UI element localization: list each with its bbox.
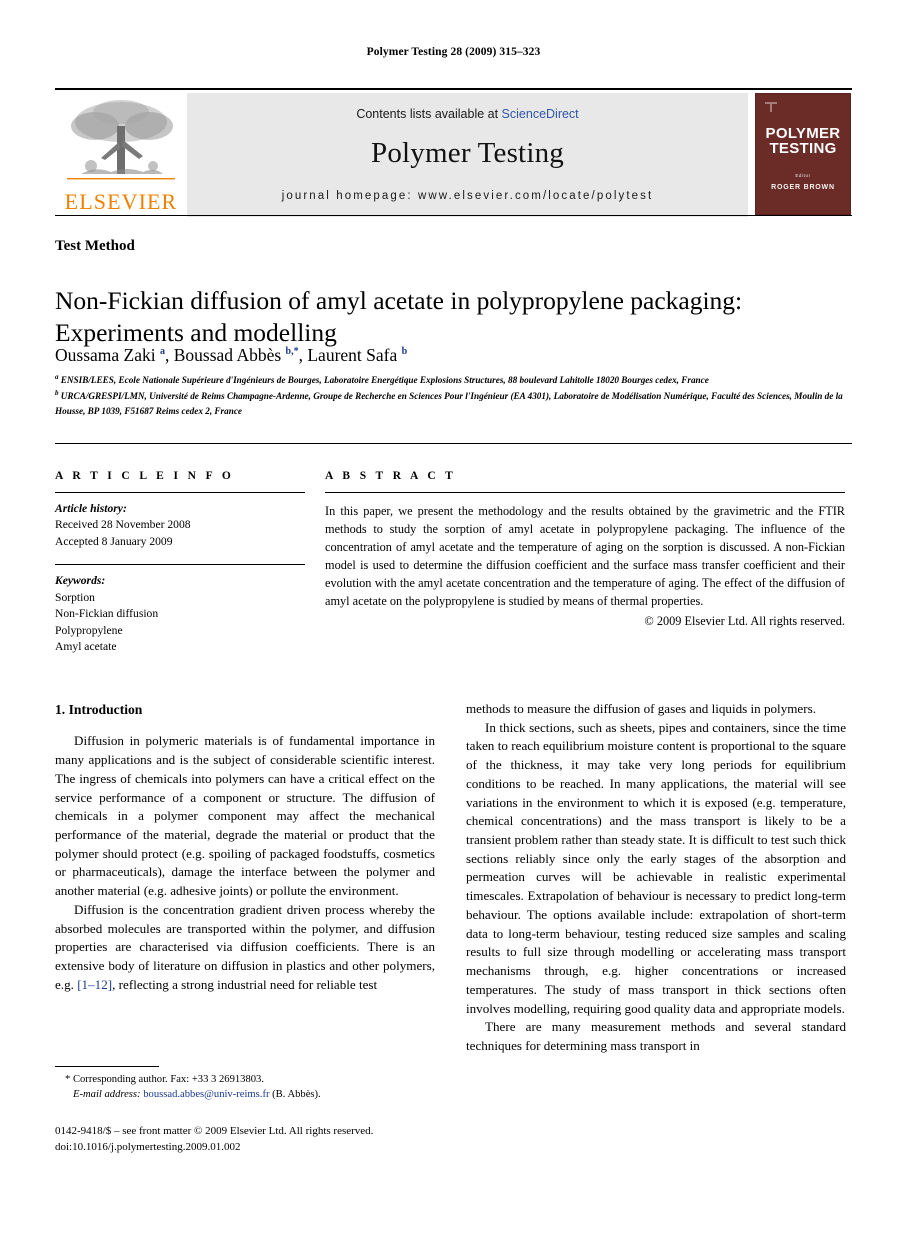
citation-link[interactable]: [1–12] [77,977,112,992]
elsevier-tree-icon [67,100,175,180]
affiliation-bottom-rule [55,443,852,444]
page-title: Non-Fickian diffusion of amyl acetate in… [55,286,743,348]
footnote-block: * Corresponding author. Fax: +33 3 26913… [55,1072,445,1103]
body-column-left: 1. Introduction Diffusion in polymeric m… [55,700,435,995]
affiliation-b-text: URCA/GRESPI/LMN, Université de Reims Cha… [55,391,843,416]
article-received-date: Received 28 November 2008 [55,518,191,532]
sciencedirect-link[interactable]: ScienceDirect [502,107,579,121]
affiliation-a: a ENSIB/LEES, Ecole Nationale Supérieure… [55,373,709,386]
cover-title: POLYMER TESTING [766,126,841,157]
affiliation-list: a ENSIB/LEES, Ecole Nationale Supérieure… [55,372,845,419]
body-column-right: methods to measure the diffusion of gase… [466,700,846,1056]
paragraph-text-part2: , reflecting a strong industrial need fo… [112,976,378,992]
contents-available-line: Contents lists available at ScienceDirec… [356,107,578,121]
article-section-label: Test Method [55,238,135,254]
abstract-copyright: © 2009 Elsevier Ltd. All rights reserved… [644,614,845,629]
body-paragraph: methods to measure the diffusion of gase… [466,701,816,716]
keyword-item: Amyl acetate [55,640,117,654]
affiliation-b: b URCA/GRESPI/LMN, Université de Reims C… [55,388,843,416]
body-paragraph: Diffusion in polymeric materials is of f… [55,733,435,899]
article-history-label: Article history: [55,502,127,515]
abstract-text: In this paper, we present the methodolog… [325,504,845,609]
abstract-column: A B S T R A C T In this paper, we presen… [325,470,845,629]
doi-line: doi:10.1016/j.polymertesting.2009.01.002 [55,1140,241,1153]
journal-homepage[interactable]: journal homepage: www.elsevier.com/locat… [282,190,654,202]
body-paragraph: There are many measurement methods and s… [466,1019,846,1053]
author-list: Oussama Zaki a, Boussad Abbès b,*, Laure… [55,345,408,365]
article-info-column: A R T I C L E I N F O Article history: R… [55,470,305,656]
keyword-item: Sorption [55,590,95,604]
keywords-rule [55,564,305,566]
keyword-item: Non-Fickian diffusion [55,607,159,621]
cover-emblem-icon [765,102,777,112]
journal-masthead: ELSEVIER Contents lists available at Sci… [55,88,852,217]
article-history-block: Article history: Received 28 November 20… [55,501,305,550]
article-info-rule [55,492,305,493]
journal-cover-thumbnail[interactable]: POLYMER TESTING Editor ROGER BROWN [748,93,852,217]
issn-front-matter: 0142-9418/$ – see front matter © 2009 El… [55,1125,374,1137]
running-head: Polymer Testing 28 (2009) 315–323 [366,46,541,58]
journal-title: Polymer Testing [371,137,564,169]
keywords-block: Keywords: Sorption Non-Fickian diffusion… [55,573,305,655]
masthead-bottom-rule [55,215,852,216]
cover-title-line2: TESTING [769,140,837,158]
section-heading-introduction: 1. Introduction [55,702,143,717]
footnote-separator [55,1066,159,1067]
body-paragraph: In thick sections, such as sheets, pipes… [466,719,846,1016]
footer-metadata: 0142-9418/$ – see front matter © 2009 El… [55,1124,475,1156]
journal-banner: Contents lists available at ScienceDirec… [187,93,748,217]
affiliation-a-text: ENSIB/LEES, Ecole Nationale Supérieure d… [60,375,709,386]
cover-title-line1: POLYMER [765,125,841,142]
elsevier-wordmark: ELSEVIER [64,189,178,214]
contents-prefix: Contents lists available at [356,107,502,121]
cover-editor-name: ROGER BROWN [771,183,835,191]
article-info-heading: A R T I C L E I N F O [55,470,235,482]
abstract-heading: A B S T R A C T [325,470,457,482]
keywords-label: Keywords: [55,574,106,588]
keyword-item: Polypropylene [55,623,123,637]
email-link[interactable]: boussad.abbes@univ-reims.fr [143,1089,269,1100]
email-note: E-mail address: boussad.abbes@univ-reims… [55,1087,445,1102]
cover-editor-label: Editor [795,172,811,178]
article-accepted-date: Accepted 8 January 2009 [55,534,173,548]
elsevier-logo: ELSEVIER [55,93,187,217]
abstract-rule [325,492,845,493]
email-label: E-mail address: [73,1089,141,1101]
email-suffix: (B. Abbès). [269,1089,321,1101]
article-page: Polymer Testing 28 (2009) 315–323 ELSEVI… [0,0,907,1238]
corresponding-author-note: * Corresponding author. Fax: +33 3 26913… [65,1074,265,1085]
body-paragraph-with-citation: Diffusion is the concentration gradient … [55,901,435,995]
